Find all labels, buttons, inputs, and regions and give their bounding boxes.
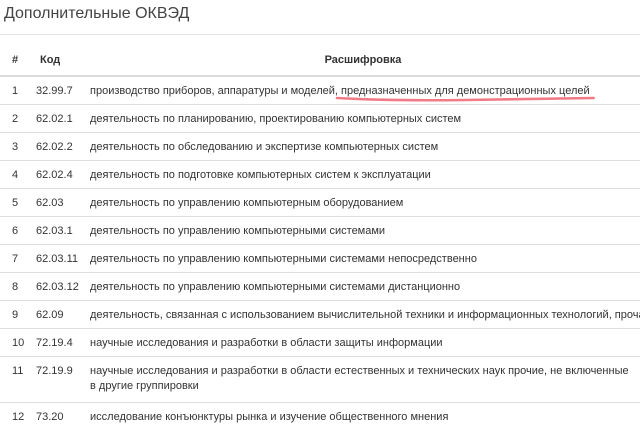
table-row: 8 62.03.12 деятельность по управлению ко…: [0, 272, 640, 301]
row-description: деятельность по обследованию и экспертиз…: [86, 132, 640, 161]
row-num: 8: [0, 272, 30, 301]
row-code: 72.19.4: [30, 328, 86, 357]
row-num: 9: [0, 300, 30, 329]
table-row: 5 62.03 деятельность по управлению компь…: [0, 188, 640, 217]
row-num: 2: [0, 104, 30, 133]
table-row: 7 62.03.11 деятельность по управлению ко…: [0, 244, 640, 273]
row-code: 62.03: [30, 188, 86, 217]
page: Дополнительные ОКВЭД # Код Расшифровка 1…: [0, 0, 640, 429]
row-description: деятельность, связанная с использованием…: [86, 300, 640, 329]
table-row: 6 62.03.1 деятельность по управлению ком…: [0, 216, 640, 245]
table-row: 11 72.19.9 научные исследования и разраб…: [0, 356, 640, 403]
row-code: 73.20: [30, 402, 86, 429]
row-code: 72.19.9: [30, 356, 86, 403]
table-row: 10 72.19.4 научные исследования и разраб…: [0, 328, 640, 357]
row-description: деятельность по управлению компьютерными…: [86, 272, 640, 301]
header-description: Расшифровка: [86, 45, 640, 77]
header-code: Код: [30, 45, 86, 77]
highlighted-text: предназначенных для демонстрационных цел…: [341, 85, 590, 97]
table-row: 3 62.02.2 деятельность по обследованию и…: [0, 132, 640, 161]
row-description: деятельность по управлению компьютерным …: [86, 188, 640, 217]
row-num: 1: [0, 75, 30, 105]
row-code: 62.09: [30, 300, 86, 329]
row-code: 62.03.11: [30, 244, 86, 273]
row-num: 5: [0, 188, 30, 217]
row-code: 62.03.1: [30, 216, 86, 245]
table-body: 1 32.99.7 производство приборов, аппарат…: [0, 75, 640, 429]
section-title: Дополнительные ОКВЭД: [4, 5, 190, 22]
row-code: 62.02.4: [30, 160, 86, 189]
description-text: производство приборов, аппаратуры и моде…: [90, 85, 342, 97]
row-description: деятельность по подготовке компьютерных …: [86, 160, 640, 189]
title-divider: [0, 34, 640, 35]
table-header: # Код Расшифровка: [0, 45, 640, 77]
table-row: 4 62.02.4 деятельность по подготовке ком…: [0, 160, 640, 189]
row-num: 7: [0, 244, 30, 273]
row-description: деятельность по управлению компьютерными…: [86, 244, 640, 273]
row-code: 62.02.2: [30, 132, 86, 161]
row-description: деятельность по планированию, проектиров…: [86, 104, 640, 133]
okved-table: # Код Расшифровка 1 32.99.7 производство…: [0, 45, 640, 429]
row-code: 62.02.1: [30, 104, 86, 133]
row-description: научные исследования и разработки в обла…: [86, 328, 640, 357]
row-num: 6: [0, 216, 30, 245]
row-num: 10: [0, 328, 30, 357]
row-code: 62.03.12: [30, 272, 86, 301]
table-row: 1 32.99.7 производство приборов, аппарат…: [0, 75, 640, 105]
row-num: 4: [0, 160, 30, 189]
row-num: 12: [0, 402, 30, 429]
row-description: деятельность по управлению компьютерными…: [86, 216, 640, 245]
row-description: исследование конъюнктуры рынка и изучени…: [86, 402, 640, 429]
table-row: 12 73.20 исследование конъюнктуры рынка …: [0, 402, 640, 429]
row-code: 32.99.7: [30, 75, 86, 105]
row-description: производство приборов, аппаратуры и моде…: [86, 75, 640, 105]
header-num: #: [0, 45, 30, 77]
table-row: 9 62.09 деятельность, связанная с исполь…: [0, 300, 640, 329]
row-num: 3: [0, 132, 30, 161]
row-description: научные исследования и разработки в обла…: [86, 356, 640, 403]
table-row: 2 62.02.1 деятельность по планированию, …: [0, 104, 640, 133]
row-num: 11: [0, 356, 30, 403]
header-row: # Код Расшифровка: [0, 45, 640, 77]
